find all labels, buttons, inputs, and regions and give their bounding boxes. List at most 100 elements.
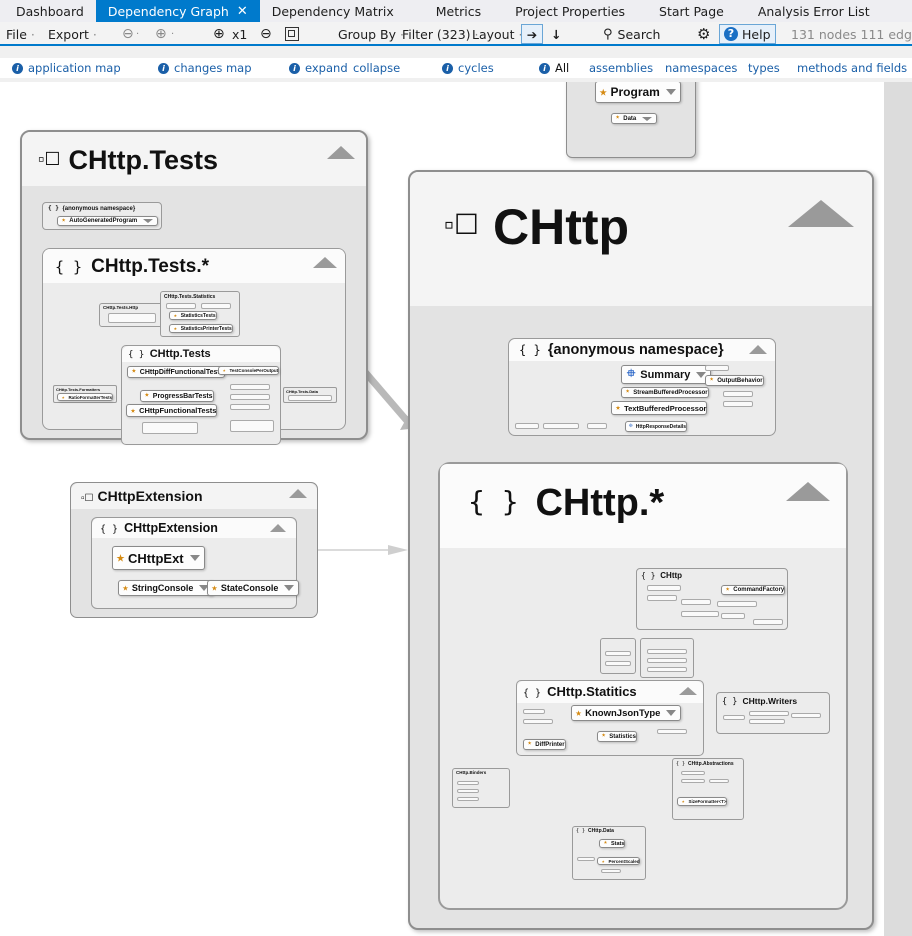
method-node[interactable] — [681, 599, 711, 605]
method-node[interactable] — [647, 649, 687, 654]
types-link[interactable]: types — [748, 61, 780, 75]
method-node[interactable] — [721, 613, 745, 619]
string-console-node[interactable]: ⭑ StringConsole — [118, 580, 215, 596]
method-node[interactable] — [647, 595, 677, 601]
collapse-triangle-icon[interactable] — [749, 345, 767, 354]
assemblies-link[interactable]: assemblies — [589, 61, 653, 75]
method-node[interactable] — [749, 719, 785, 724]
tab-start-page[interactable]: Start Page — [647, 0, 736, 22]
method-node[interactable] — [681, 779, 705, 783]
chttp-assembly-box[interactable]: ▫☐ CHttp { } {anonymous namespace} ⯐ Summa… — [408, 170, 874, 930]
known-json-type-node[interactable]: ⭑ KnownJsonType — [571, 705, 682, 721]
method-node[interactable] — [587, 423, 607, 429]
writers-namespace-box[interactable]: { } CHttp.Writers — [716, 692, 830, 734]
tests-statistics-namespace-box[interactable]: CHttp.Tests.Statistics ⭑ StatisticsTests … — [160, 291, 240, 337]
method-node[interactable] — [523, 709, 545, 714]
stats-node[interactable]: ⭑ Stats — [599, 839, 626, 848]
method-node[interactable] — [108, 313, 156, 323]
method-node[interactable] — [705, 365, 729, 371]
auto-generated-program-node[interactable]: ⭑ AutoGeneratedProgram — [57, 216, 159, 226]
chttp-anon-namespace-box[interactable]: { } {anonymous namespace} ⯐ Summary ⭑ Stre… — [508, 338, 776, 436]
method-node[interactable] — [657, 729, 687, 734]
chttp-namespace-box[interactable]: { } CHttp.* { } CHttp ⭑ CommandFactory { … — [438, 462, 848, 910]
method-node[interactable] — [749, 711, 789, 716]
data-node[interactable]: ⭑ Data — [611, 113, 658, 124]
tests-anon-namespace-box[interactable]: { } {anonymous namespace} ⭑ AutoGenerated… — [42, 202, 162, 230]
tab-dependency-graph[interactable]: Dependency Graph ✕ — [95, 0, 260, 22]
fit-to-screen-icon[interactable] — [285, 24, 299, 44]
summary-node[interactable]: ⯐ Summary — [621, 365, 712, 384]
method-node[interactable] — [288, 395, 332, 401]
zoom-in-icon[interactable]: ⊕ — [213, 24, 225, 44]
http-response-details-node[interactable]: ⯐ HttpResponseDetails — [625, 421, 688, 432]
method-node[interactable] — [723, 401, 753, 407]
statistics-node[interactable]: ⭑ Statistics — [597, 731, 637, 742]
http-namespace-box[interactable] — [600, 638, 636, 674]
progress-bar-tests-node[interactable]: ⭑ ProgressBarTests — [140, 390, 214, 402]
application-map-link[interactable]: i application map — [12, 61, 121, 75]
method-node[interactable] — [601, 869, 621, 873]
chttp-extension-assembly-box[interactable]: ▫☐ CHttpExtension { } CHttpExtension ⭑ CHt… — [70, 482, 318, 618]
statistics-namespace-box[interactable]: { } CHttp.Statitics ⭑ KnownJsonType ⭑ Stat… — [516, 680, 704, 756]
method-node[interactable] — [647, 658, 687, 663]
tests-formatters-namespace-box[interactable]: CHttp.Tests.Formatters ⭑ RatioFormatterTes… — [53, 385, 117, 403]
expand-link[interactable]: i expand — [289, 61, 348, 75]
chttp-tests-assembly-box[interactable]: ▫☐ CHttp.Tests { } {anonymous namespace} … — [20, 130, 368, 445]
method-node[interactable] — [723, 391, 753, 397]
collapse-triangle-icon[interactable] — [788, 200, 854, 227]
statistics-printer-tests-node[interactable]: ⭑ StatisticsPrinterTests — [169, 324, 233, 333]
back-icon[interactable]: ⊖ — [122, 24, 134, 44]
tab-dashboard[interactable]: Dashboard — [4, 0, 96, 22]
collapse-triangle-icon[interactable] — [270, 524, 286, 532]
event-listeners-namespace-box[interactable] — [640, 638, 694, 678]
zoom-level[interactable]: x1 — [232, 24, 247, 44]
tab-dependency-matrix[interactable]: Dependency Matrix — [260, 0, 406, 22]
method-node[interactable] — [142, 422, 198, 434]
dependency-graph-canvas[interactable]: ⭑ Program ⭑ Data ▫☐ CHttp.Tests { } {anonym… — [0, 82, 912, 936]
forward-dropdown-icon[interactable]: · — [171, 24, 174, 44]
extension-namespace-box[interactable]: { } CHttpExtension ⭑ CHttpExt ⭑ StringCons… — [91, 517, 300, 609]
back-dropdown-icon[interactable]: · — [136, 24, 139, 44]
state-console-node[interactable]: ⭑ StateConsole — [207, 580, 300, 596]
all-filter[interactable]: i All — [539, 61, 569, 75]
abstractions-namespace-box[interactable]: { } CHttp.Abstractions ⭑ SizeFormatter<T> — [672, 758, 744, 820]
method-node[interactable] — [647, 585, 681, 591]
layout-left-to-right-icon[interactable]: ➔ — [521, 24, 543, 44]
forward-icon[interactable]: ⊕ — [155, 24, 167, 44]
method-node[interactable] — [166, 303, 196, 309]
tab-analysis-error-list[interactable]: Analysis Error List — [746, 0, 882, 22]
percent-scaled-node[interactable]: ⭑ PercentScaled — [597, 857, 641, 865]
functional-tests-node[interactable]: ⭑ CHttpFunctionalTests — [126, 404, 218, 417]
collapse-triangle-icon[interactable] — [679, 687, 697, 695]
method-node[interactable] — [543, 423, 579, 429]
collapse-link[interactable]: collapse — [353, 61, 400, 75]
method-node[interactable] — [230, 420, 274, 432]
method-node[interactable] — [230, 394, 270, 400]
program-assembly-box[interactable]: ⭑ Program ⭑ Data — [566, 82, 696, 158]
method-node[interactable] — [681, 611, 719, 617]
collapse-triangle-icon[interactable] — [327, 146, 355, 159]
size-formatter-node[interactable]: ⭑ SizeFormatter<T> — [677, 797, 728, 806]
filter-menu[interactable]: Filter (323) — [402, 24, 483, 44]
zoom-out-icon[interactable]: ⊖ — [260, 24, 272, 44]
method-node[interactable] — [577, 857, 595, 861]
close-icon[interactable]: ✕ — [237, 4, 248, 19]
group-by-menu[interactable]: Group By — [338, 24, 408, 44]
method-node[interactable] — [605, 651, 631, 656]
collapse-triangle-icon[interactable] — [313, 257, 337, 268]
ratio-formatter-tests-node[interactable]: ⭑ RatioFormatterTests — [57, 393, 114, 401]
command-factory-node[interactable]: ⭑ CommandFactory — [721, 585, 786, 595]
tests-data-namespace-box[interactable]: CHttp.Tests.Data — [283, 387, 337, 403]
vertical-scrollbar[interactable] — [884, 82, 912, 936]
method-node[interactable] — [515, 423, 539, 429]
layout-menu[interactable]: Layout — [472, 24, 526, 44]
tests-inner-namespace-box[interactable]: { } CHttp.Tests ⭑ CHttpDiffFunctionalTest… — [121, 345, 281, 445]
method-node[interactable] — [723, 715, 745, 720]
tab-project-properties[interactable]: Project Properties — [503, 0, 637, 22]
method-node[interactable] — [523, 719, 553, 724]
method-node[interactable] — [709, 779, 729, 783]
method-node[interactable] — [791, 713, 821, 718]
method-node[interactable] — [753, 619, 783, 625]
tab-metrics[interactable]: Metrics — [424, 0, 493, 22]
methods-and-fields-link[interactable]: methods and fields — [797, 61, 907, 75]
